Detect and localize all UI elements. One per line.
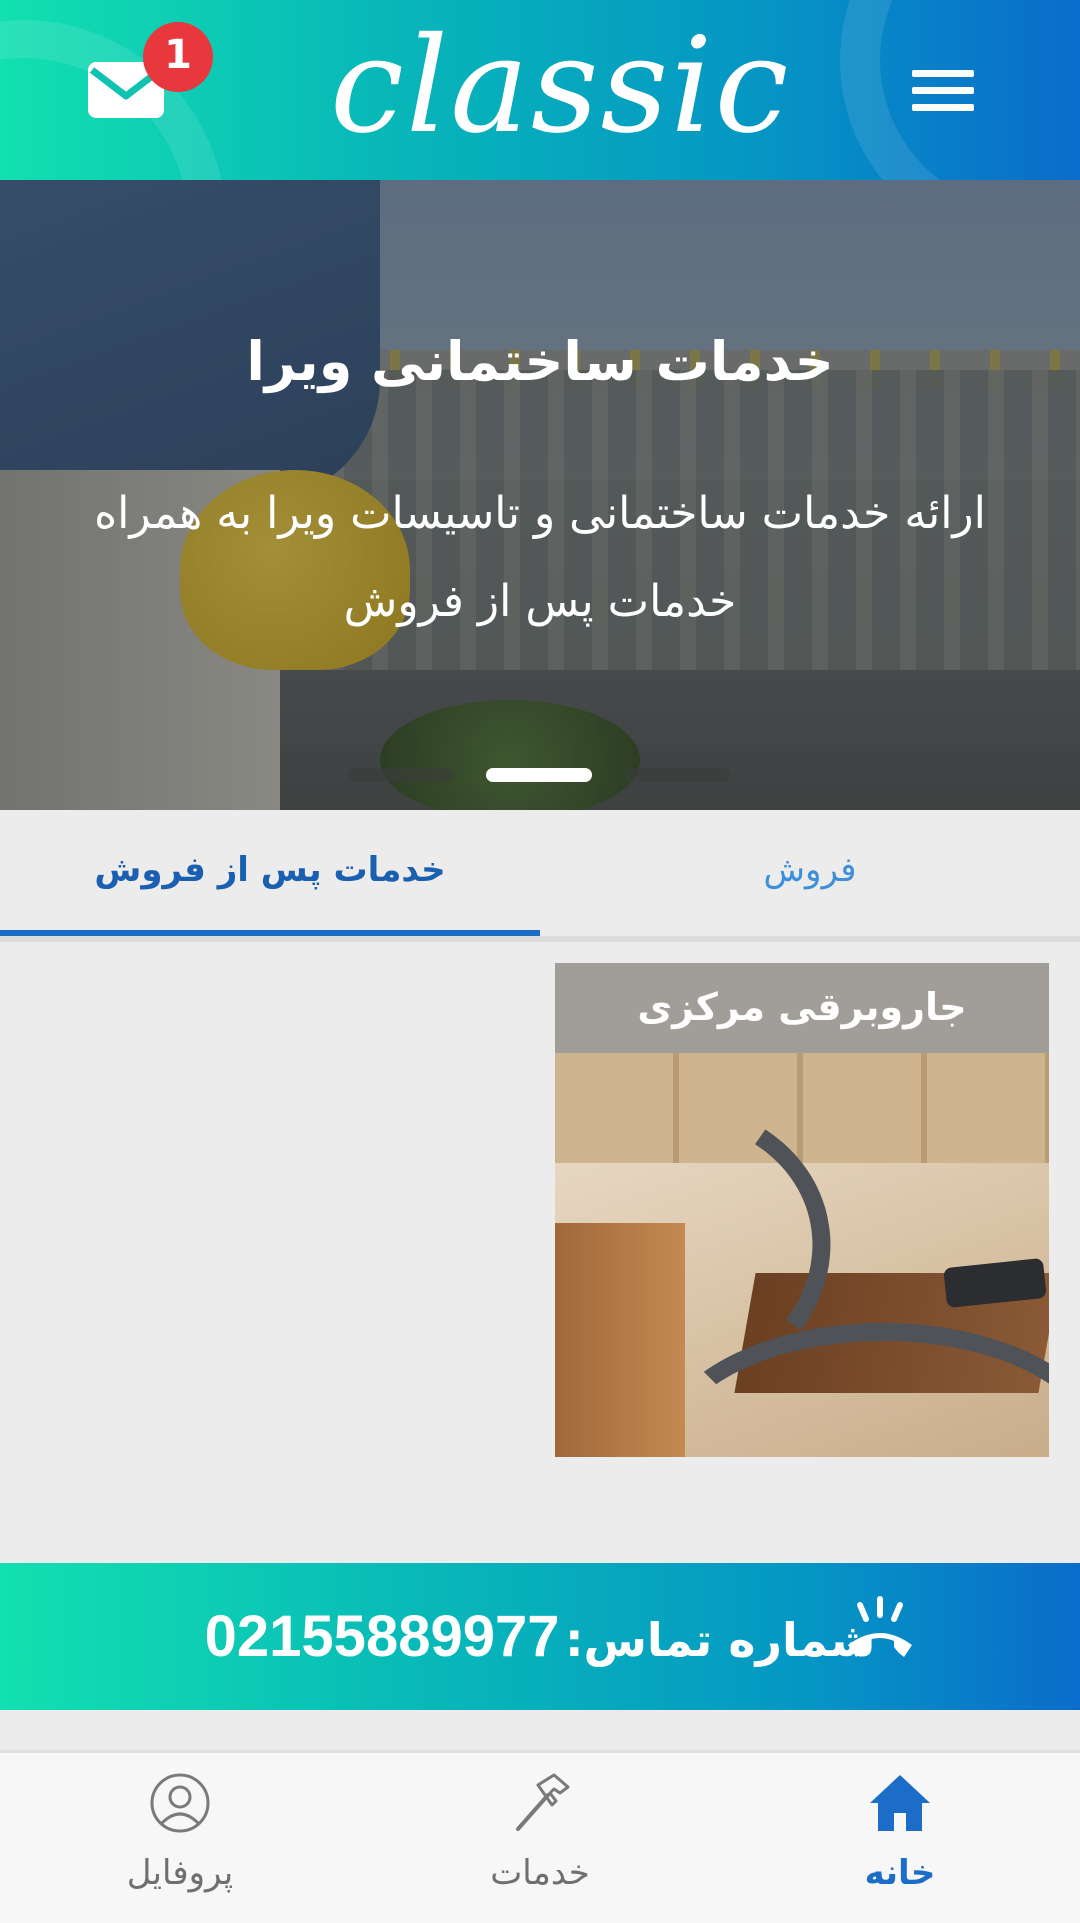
service-card[interactable]: جاروبرقی مرکزی <box>555 963 1049 1457</box>
slider-dot-active[interactable] <box>486 768 592 782</box>
menu-icon[interactable] <box>908 66 978 116</box>
slider-dot[interactable] <box>624 768 730 782</box>
active-tab-indicator <box>0 930 540 936</box>
app-logo: classic <box>330 9 791 163</box>
nav-profile[interactable]: پروفایل <box>0 1753 360 1923</box>
profile-icon <box>150 1773 210 1833</box>
app-header: 1 classic <box>0 0 1080 180</box>
tab-after-sales-service[interactable]: خدمات پس از فروش <box>0 810 540 936</box>
hammer-icon <box>516 1773 570 1831</box>
contact-text: شماره تماس: 02155889977 <box>0 1563 1080 1710</box>
hero-subtitle: ارائه خدمات ساختمانی و تاسیسات ویرا به ه… <box>40 470 1040 646</box>
category-tabs: فروش خدمات پس از فروش <box>0 810 1080 942</box>
nav-services-label: خدمات <box>490 1853 590 1893</box>
nav-services[interactable]: خدمات <box>360 1753 720 1923</box>
contact-bar[interactable]: شماره تماس: 02155889977 <box>0 1563 1080 1710</box>
nav-home[interactable]: خانه <box>720 1753 1080 1923</box>
contact-number[interactable]: 02155889977 <box>205 1604 560 1669</box>
hero-title: خدمات ساختمانی ویرا <box>246 330 834 393</box>
contact-label: شماره تماس: <box>565 1613 876 1667</box>
hero-slider[interactable]: خدمات ساختمانی ویرا ارائه خدمات ساختمانی… <box>0 180 1080 810</box>
notification-badge: 1 <box>143 22 213 92</box>
home-icon <box>870 1775 930 1831</box>
tab-sales[interactable]: فروش <box>540 810 1080 936</box>
nav-home-label: خانه <box>864 1853 936 1893</box>
bottom-navigation: خانه خدمات پروفایل <box>0 1750 1080 1923</box>
hero-subtitle-line: ارائه خدمات ساختمانی و تاسیسات ویرا به ه… <box>94 488 986 539</box>
slider-dot[interactable] <box>348 768 454 782</box>
card-title: جاروبرقی مرکزی <box>555 963 1049 1053</box>
slider-indicator <box>0 768 1080 784</box>
nav-profile-label: پروفایل <box>126 1853 234 1893</box>
hero-subtitle-line: خدمات پس از فروش <box>343 576 737 627</box>
